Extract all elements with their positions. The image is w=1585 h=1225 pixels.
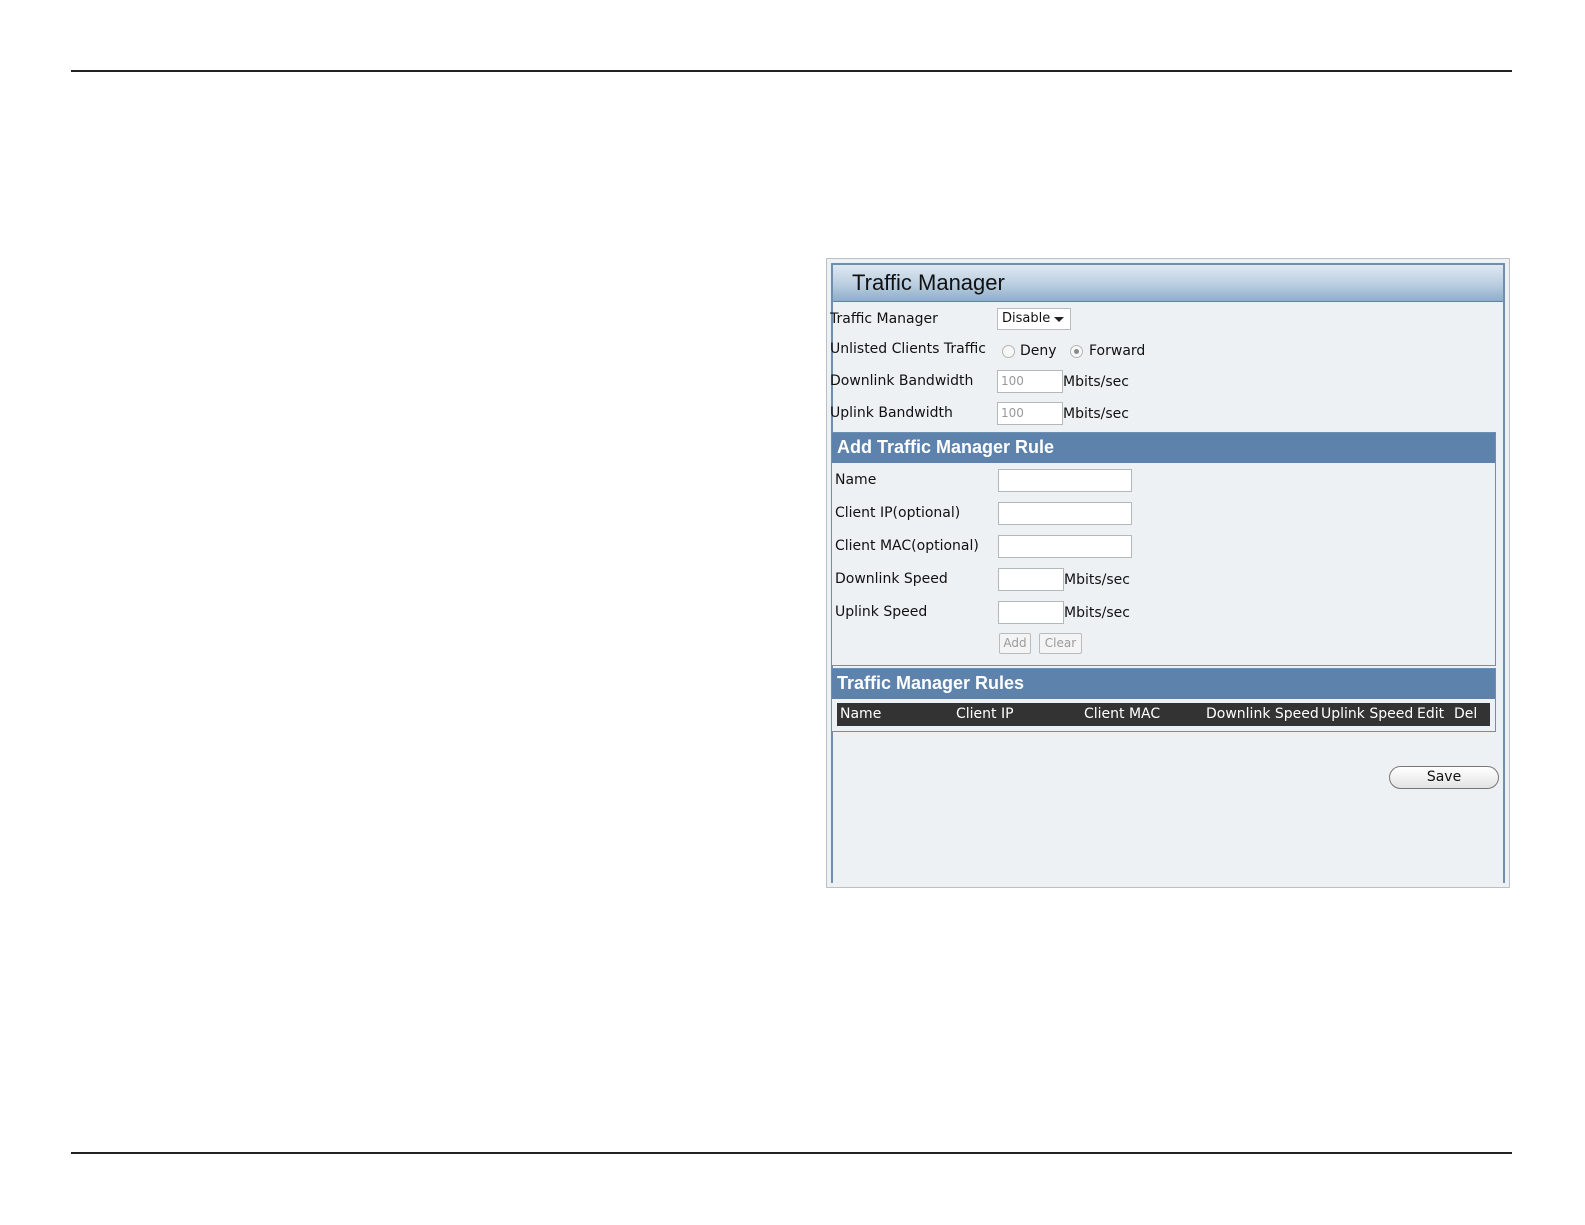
downlink-speed-input[interactable] [998, 568, 1064, 591]
column-header-client-ip: Client IP [956, 706, 1014, 722]
column-header-client-mac: Client MAC [1084, 706, 1161, 722]
client-mac-label: Client MAC(optional) [835, 538, 979, 554]
uplink-bandwidth-unit: Mbits/sec [1063, 406, 1129, 422]
traffic-manager-select[interactable]: Disable [997, 308, 1071, 330]
downlink-bandwidth-label: Downlink Bandwidth [830, 373, 974, 389]
rules-section: Traffic Manager Rules Name Client IP Cli… [831, 668, 1496, 732]
downlink-speed-label: Downlink Speed [835, 571, 948, 587]
downlink-bandwidth-unit: Mbits/sec [1063, 374, 1129, 390]
forward-radio-label: Forward [1089, 343, 1146, 359]
forward-radio[interactable] [1070, 345, 1083, 358]
chevron-down-icon [1054, 317, 1064, 322]
uplink-bandwidth-label: Uplink Bandwidth [830, 405, 953, 421]
column-header-edit: Edit [1417, 706, 1445, 722]
uplink-speed-input[interactable] [998, 601, 1064, 624]
uplink-speed-label: Uplink Speed [835, 604, 928, 620]
bottom-divider [71, 1152, 1512, 1154]
column-header-uplink-speed: Uplink Speed [1321, 706, 1414, 722]
deny-radio-label: Deny [1020, 343, 1057, 359]
column-header-downlink-speed: Downlink Speed [1206, 706, 1319, 722]
unlisted-clients-label: Unlisted Clients Traffic [830, 341, 986, 357]
add-button[interactable]: Add [999, 633, 1031, 654]
rules-header: Traffic Manager Rules [832, 669, 1495, 699]
downlink-speed-unit: Mbits/sec [1064, 572, 1130, 588]
downlink-bandwidth-input[interactable]: 100 [997, 370, 1063, 393]
uplink-speed-unit: Mbits/sec [1064, 605, 1130, 621]
clear-button[interactable]: Clear [1039, 633, 1082, 654]
column-header-del: Del [1454, 706, 1478, 722]
client-mac-input[interactable] [998, 535, 1132, 558]
column-header-name: Name [840, 706, 882, 722]
add-rule-title: Add Traffic Manager Rule [837, 437, 1055, 457]
traffic-manager-selected-value: Disable [1002, 311, 1051, 326]
rule-name-input[interactable] [998, 469, 1132, 492]
add-rule-header: Add Traffic Manager Rule [832, 433, 1495, 463]
traffic-manager-label: Traffic Manager [830, 311, 938, 327]
panel-title: Traffic Manager [852, 270, 1005, 295]
deny-radio[interactable] [1002, 345, 1015, 358]
client-ip-input[interactable] [998, 502, 1132, 525]
rules-title: Traffic Manager Rules [837, 673, 1025, 693]
client-ip-label: Client IP(optional) [835, 505, 961, 521]
rules-table-header: Name Client IP Client MAC Downlink Speed… [837, 703, 1490, 726]
panel-title-bar: Traffic Manager [833, 265, 1503, 302]
rule-name-label: Name [835, 472, 877, 488]
top-divider [71, 70, 1512, 72]
save-button[interactable]: Save [1389, 766, 1499, 789]
uplink-bandwidth-input[interactable]: 100 [997, 402, 1063, 425]
